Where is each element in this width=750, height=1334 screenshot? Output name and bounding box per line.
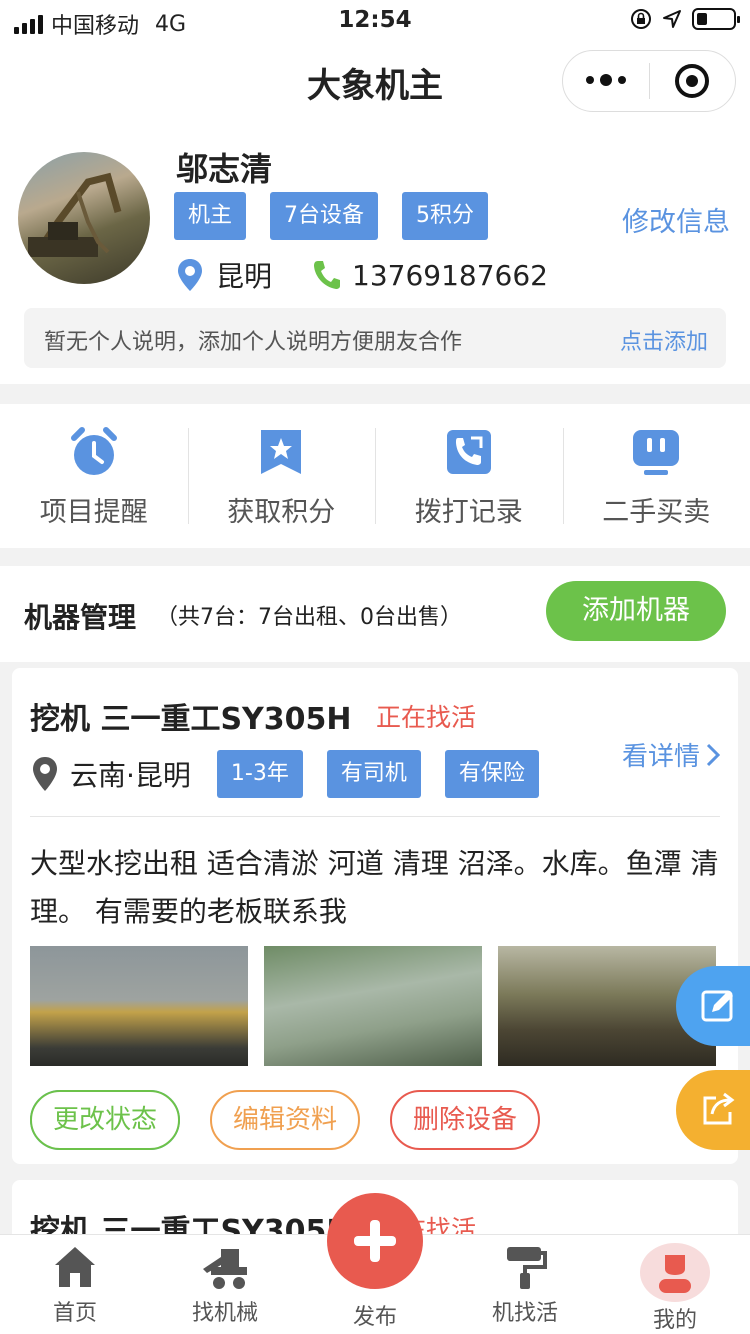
- paint-roller-icon: [507, 1247, 547, 1289]
- edit-note-icon: [701, 990, 733, 1022]
- machine-description: 大型水挖出租 适合清淤 河道 清理 沼泽。水库。鱼潭 清理。 有需要的老板联系我: [30, 847, 719, 928]
- alarm-clock-icon: [70, 427, 117, 475]
- star-badge-icon: [261, 430, 302, 474]
- tab-label: 机找活: [491, 1301, 558, 1326]
- location-arrow-icon: [663, 10, 681, 28]
- machine-summary: （共7台：7台出租、0台出售）: [156, 605, 462, 630]
- miniprogram-capsule: [562, 50, 736, 112]
- machine-photo[interactable]: [264, 946, 482, 1066]
- quick-action-points[interactable]: 获取积分: [187, 404, 376, 548]
- machine-meta-row: 云南·昆明 1-3年 有司机 有保险: [30, 750, 563, 798]
- tab-machine-jobs[interactable]: 机找活: [450, 1235, 600, 1334]
- profile-tags: 机主 7台设备 5积分: [174, 192, 489, 240]
- tab-mine[interactable]: 我的: [600, 1235, 750, 1334]
- city-text: 昆明: [216, 260, 273, 293]
- trade-icon: [633, 430, 680, 475]
- machine-actions: 分享 更改状态 编辑资料 删除设备: [30, 1090, 540, 1150]
- quick-actions: 项目提醒 获取积分 拨打记录 二手买卖: [0, 404, 750, 548]
- excavator-photo: [28, 172, 122, 257]
- edit-info-button[interactable]: 编辑资料: [210, 1090, 360, 1150]
- quick-action-label: 获取积分: [227, 497, 336, 528]
- add-description-link[interactable]: 点击添加: [620, 324, 708, 356]
- machine-title: 挖机 三一重工SY305H: [30, 702, 352, 737]
- call-log-icon: [446, 430, 491, 474]
- machine-tag: 1-3年: [216, 750, 303, 798]
- status-bar: 中国移动 4G 12:54: [0, 0, 750, 40]
- tab-label: 我的: [652, 1308, 697, 1333]
- description-placeholder: 暂无个人说明，添加个人说明方便朋友合作: [44, 330, 463, 355]
- floating-share-button[interactable]: [676, 1070, 750, 1150]
- floating-edit-button[interactable]: [676, 966, 750, 1046]
- contact-row: 昆明 13769187662: [176, 255, 548, 295]
- quick-action-reminder[interactable]: 项目提醒: [0, 404, 188, 548]
- rotation-lock-icon: [631, 9, 651, 29]
- card-divider: [30, 816, 720, 817]
- tab-label: 发布: [352, 1305, 397, 1330]
- plus-icon: [354, 1220, 396, 1262]
- change-status-button[interactable]: 更改状态: [30, 1090, 180, 1150]
- machine-tag: 有司机: [326, 750, 421, 798]
- edit-profile-link[interactable]: 修改信息: [622, 200, 730, 239]
- delete-device-button[interactable]: 删除设备: [390, 1090, 540, 1150]
- personal-description-bar[interactable]: 暂无个人说明，添加个人说明方便朋友合作 点击添加: [24, 308, 726, 368]
- machine-header: 机器管理 （共7台：7台出租、0台出售） 添加机器: [0, 566, 750, 662]
- user-name: 邬志清: [176, 150, 273, 188]
- machine-photos: [30, 946, 716, 1066]
- view-details-link[interactable]: 看详情: [622, 736, 720, 773]
- tab-bar: 首页 找机械 发布 机找活 我的: [0, 1193, 750, 1334]
- quick-action-label: 拨打记录: [414, 497, 523, 528]
- page: 中国移动 4G 12:54 大象机主 邬志清 机主 7台设备 5积分 修改信息 …: [0, 0, 750, 1334]
- machine-photo[interactable]: [30, 946, 248, 1066]
- section-title: 机器管理: [24, 601, 137, 634]
- tab-home[interactable]: 首页: [0, 1235, 150, 1334]
- location-pin-icon: [33, 757, 57, 791]
- tab-label: 找机械: [191, 1301, 258, 1326]
- machine-status: 正在找活: [376, 703, 477, 732]
- home-icon: [55, 1247, 95, 1287]
- profile-card: 邬志清 机主 7台设备 5积分 修改信息 昆明 13769187662 暂无个人…: [0, 122, 750, 384]
- more-icon[interactable]: [563, 74, 649, 86]
- machine-management: 机器管理 （共7台：7台出租、0台出售） 添加机器 挖机 三一重工SY305H …: [0, 566, 750, 1300]
- excavator-icon: [203, 1249, 247, 1289]
- device-count-tag: 7台设备: [270, 192, 379, 240]
- status-right: [630, 8, 740, 30]
- add-machine-button[interactable]: 添加机器: [546, 581, 726, 641]
- quick-action-trade[interactable]: 二手买卖: [562, 404, 750, 548]
- view-details-label: 看详情: [621, 742, 700, 772]
- battery-icon: [692, 8, 740, 30]
- tab-find-machinery[interactable]: 找机械: [150, 1235, 300, 1334]
- user-icon: [640, 1243, 710, 1302]
- chevron-right-icon: [706, 743, 720, 766]
- nav-bar: 大象机主: [0, 40, 750, 122]
- quick-action-call-log[interactable]: 拨打记录: [375, 404, 563, 548]
- phone-icon[interactable]: [312, 259, 342, 291]
- quick-action-label: 项目提醒: [39, 497, 148, 528]
- machine-card[interactable]: 挖机 三一重工SY305H 正在找活 云南·昆明 1-3年 有司机 有保险 看详…: [12, 668, 738, 1164]
- avatar[interactable]: [18, 152, 150, 284]
- close-target-icon[interactable]: [650, 64, 736, 98]
- role-tag: 机主: [174, 192, 247, 240]
- points-tag: 5积分: [402, 192, 489, 240]
- phone-number[interactable]: 13769187662: [352, 259, 548, 292]
- tab-label: 首页: [52, 1301, 97, 1326]
- location-pin-icon: [178, 259, 202, 291]
- tab-publish[interactable]: 发布: [300, 1193, 450, 1334]
- machine-tag: 有保险: [444, 750, 539, 798]
- share-arrow-icon: [703, 1092, 735, 1125]
- publish-button[interactable]: [327, 1193, 423, 1289]
- quick-action-label: 二手买卖: [602, 497, 711, 528]
- machine-region: 云南·昆明: [70, 759, 191, 792]
